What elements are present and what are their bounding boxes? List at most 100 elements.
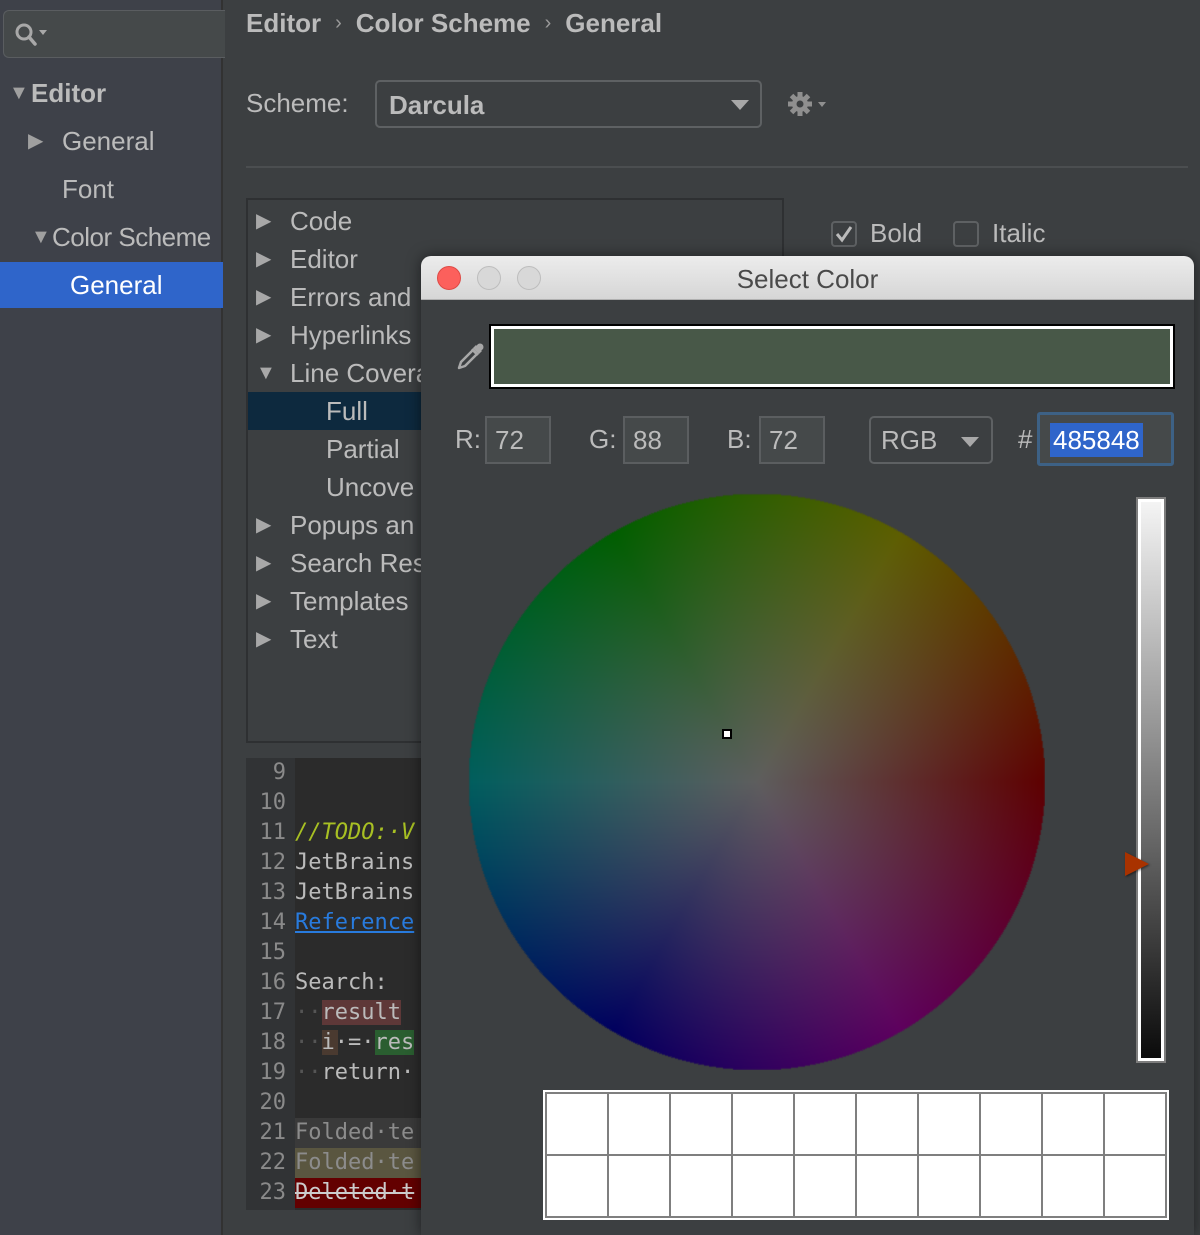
recent-color-cell[interactable] [733, 1156, 793, 1216]
italic-checkbox[interactable] [953, 221, 979, 247]
breadcrumb-item[interactable]: Editor [246, 8, 321, 38]
sidebar-item-color-scheme-general[interactable]: General [0, 262, 223, 308]
color-wheel[interactable] [468, 493, 1045, 1070]
dialog-title: Select Color [736, 264, 879, 294]
eyedropper-icon[interactable] [455, 340, 487, 372]
breadcrumb-separator: › [335, 12, 342, 34]
checkmark-icon [835, 226, 853, 243]
code-text: Reference [295, 910, 415, 935]
color-mode-select[interactable]: RGB [869, 416, 993, 464]
category-item-code[interactable]: ▶ Code [248, 202, 782, 240]
collapsed-triangle-icon: ▶ [256, 628, 272, 650]
code-text: Folded·te [295, 1120, 415, 1145]
line-number: 21 [259, 1120, 287, 1145]
breadcrumb-item: General [565, 8, 663, 38]
recent-color-cell[interactable] [609, 1094, 669, 1154]
sidebar-item-editor[interactable]: ▼ Editor [0, 70, 223, 116]
recent-color-cell[interactable] [795, 1094, 855, 1154]
recent-color-cell[interactable] [857, 1094, 917, 1154]
recent-color-cell[interactable] [981, 1094, 1041, 1154]
hex-label: # [1018, 424, 1033, 454]
code-line: 19 ··return· [246, 1058, 446, 1088]
code-text: Search: [295, 970, 388, 995]
code-token: result [321, 1000, 401, 1025]
code-text: JetBrains [295, 850, 415, 875]
select-color-dialog: Select Color R: 72 G: 88 B: 72 RGB # 485… [421, 256, 1194, 1235]
brightness-slider-thumb[interactable] [1125, 852, 1149, 877]
expanded-triangle-icon: ▼ [256, 362, 276, 384]
scheme-select[interactable]: Darcula [375, 80, 762, 128]
recent-color-cell[interactable] [919, 1156, 979, 1216]
recent-color-cell[interactable] [857, 1156, 917, 1216]
collapsed-triangle-icon: ▶ [28, 130, 44, 152]
search-icon [15, 23, 47, 46]
code-line: 13 JetBrains [246, 878, 446, 908]
red-label: R: [455, 424, 481, 454]
bold-checkbox[interactable] [831, 221, 857, 247]
sidebar-item-color-scheme[interactable]: ▼ Color Scheme [0, 214, 223, 260]
recent-color-cell[interactable] [547, 1094, 607, 1154]
collapsed-triangle-icon: ▶ [256, 590, 272, 612]
line-number: 9 [272, 760, 286, 785]
settings-sidebar: ▼ Editor ▶ General Font ▼ Color Scheme G… [0, 0, 225, 1235]
gear-icon[interactable] [786, 90, 830, 120]
collapsed-triangle-icon: ▶ [256, 248, 272, 270]
recent-color-cell[interactable] [1105, 1156, 1165, 1216]
recent-color-cell[interactable] [733, 1094, 793, 1154]
code-line: 15 [246, 938, 446, 968]
scheme-value: Darcula [389, 90, 485, 120]
hex-input[interactable]: 485848 [1037, 412, 1174, 466]
sidebar-item-general[interactable]: ▶ General [0, 118, 223, 164]
expanded-triangle-icon: ▼ [9, 82, 29, 104]
breadcrumb-item[interactable]: Color Scheme [356, 8, 531, 38]
recent-colors-grid [545, 1092, 1167, 1218]
line-number: 23 [259, 1180, 287, 1205]
code-line: 22 Folded·te [246, 1148, 446, 1178]
hex-value: 485848 [1050, 423, 1143, 457]
recent-color-cell[interactable] [671, 1156, 731, 1216]
collapsed-triangle-icon: ▶ [256, 210, 272, 232]
brightness-slider[interactable] [1136, 497, 1166, 1063]
recent-color-cell[interactable] [1043, 1156, 1103, 1216]
italic-label: Italic [992, 218, 1046, 248]
collapsed-triangle-icon: ▶ [256, 514, 272, 536]
scheme-label: Scheme: [246, 88, 349, 118]
green-input[interactable]: 88 [623, 416, 689, 464]
code-line: 16 Search: [246, 968, 446, 998]
search-input[interactable] [3, 10, 225, 58]
recent-color-cell[interactable] [609, 1156, 669, 1216]
line-number: 13 [259, 880, 287, 905]
collapsed-triangle-icon: ▶ [256, 324, 272, 346]
line-number: 14 [259, 910, 287, 935]
line-number: 11 [259, 820, 287, 845]
code-text: //TODO:·V [295, 820, 415, 845]
code-token: i·=·res [321, 1030, 415, 1055]
line-number: 22 [259, 1150, 287, 1175]
collapsed-triangle-icon: ▶ [256, 552, 272, 574]
color-mode-value: RGB [881, 425, 938, 455]
color-wheel-marker[interactable] [722, 729, 732, 739]
recent-color-cell[interactable] [1105, 1094, 1165, 1154]
sidebar-item-font[interactable]: Font [0, 166, 223, 212]
code-text: Deleted·t [295, 1180, 415, 1205]
red-input[interactable]: 72 [485, 416, 551, 464]
expanded-triangle-icon: ▼ [31, 226, 51, 248]
code-line: 20 [246, 1088, 446, 1118]
recent-color-cell[interactable] [1043, 1094, 1103, 1154]
recent-color-cell[interactable] [919, 1094, 979, 1154]
recent-color-cell[interactable] [671, 1094, 731, 1154]
code-line: 23 Deleted·t [246, 1178, 446, 1208]
recent-color-cell[interactable] [981, 1156, 1041, 1216]
bold-label: Bold [870, 218, 923, 248]
dialog-titlebar[interactable]: Select Color [421, 256, 1194, 300]
blue-input[interactable]: 72 [759, 416, 825, 464]
collapsed-triangle-icon: ▶ [256, 286, 272, 308]
recent-color-cell[interactable] [795, 1156, 855, 1216]
line-number: 20 [259, 1090, 287, 1115]
code-text: ··i·=·res [295, 1028, 415, 1058]
code-text: ··return· [295, 1058, 414, 1088]
recent-color-cell[interactable] [547, 1156, 607, 1216]
code-line: 10 [246, 788, 446, 818]
divider [246, 166, 1188, 168]
code-line: 12 JetBrains [246, 848, 446, 878]
